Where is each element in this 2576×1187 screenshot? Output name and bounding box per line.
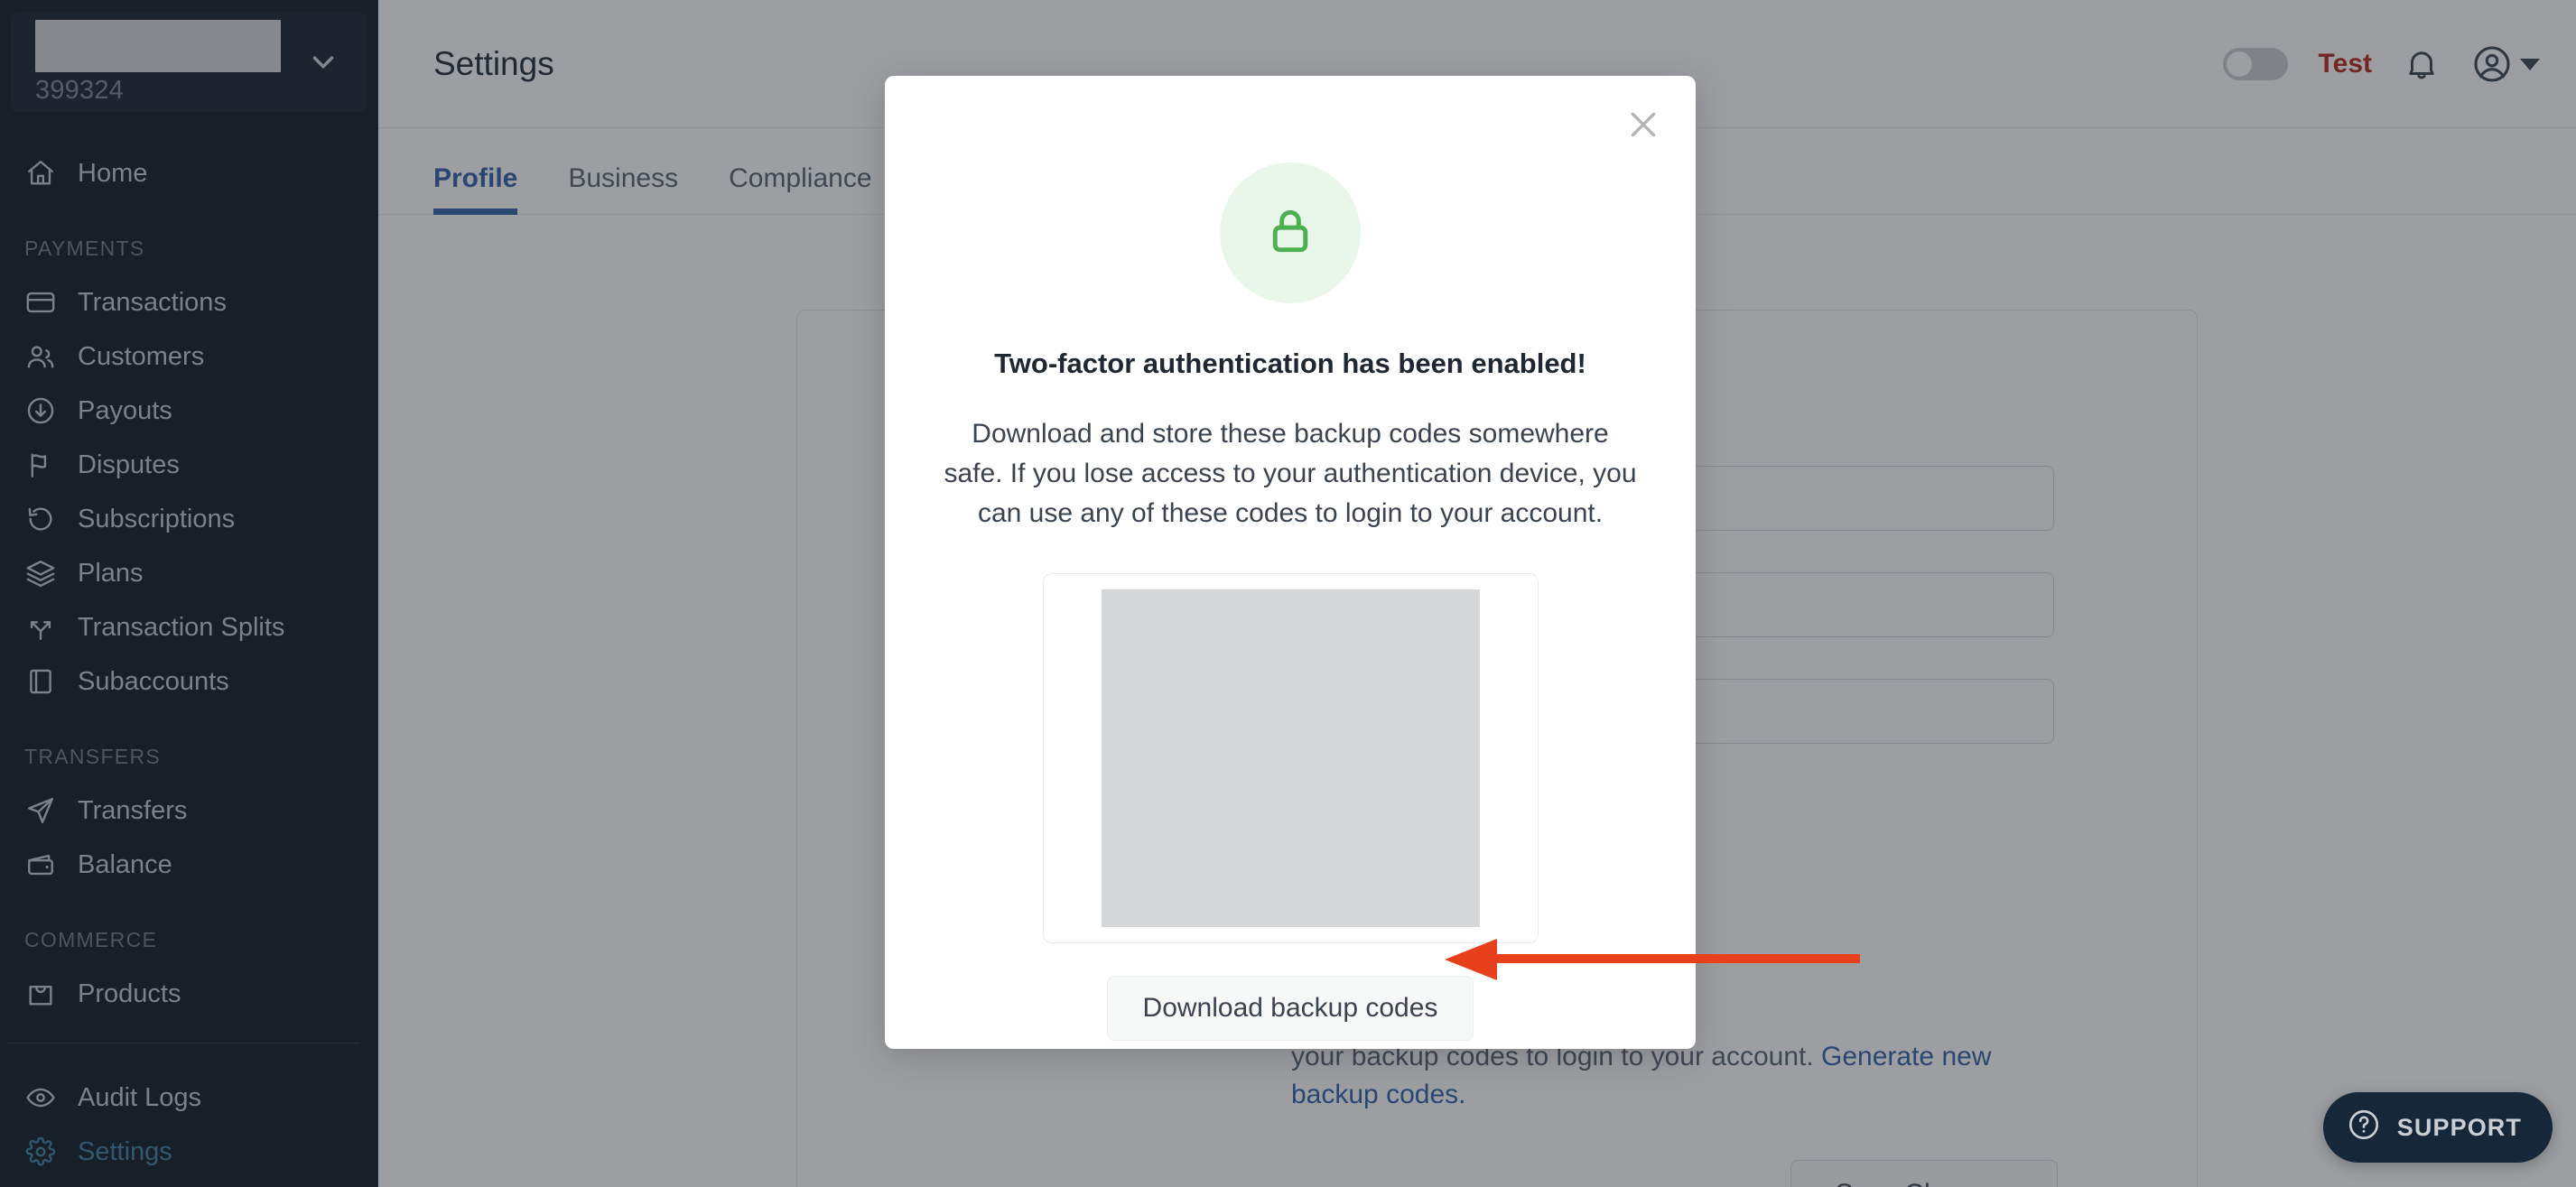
two-factor-success-modal: Two-factor authentication has been enabl… — [885, 76, 1696, 1049]
lock-badge — [1220, 162, 1361, 303]
app-root: 399324 Home PAYMENTS Transactions Custom… — [0, 0, 2576, 1187]
support-label: SUPPORT — [2396, 1113, 2522, 1141]
support-button[interactable]: SUPPORT — [2322, 1092, 2553, 1163]
modal-title: Two-factor authentication has been enabl… — [994, 348, 1586, 379]
backup-codes-box — [1042, 573, 1539, 943]
backup-codes-redacted — [1101, 589, 1480, 927]
modal-description: Download and store these backup codes so… — [944, 419, 1637, 528]
download-backup-codes-button[interactable]: Download backup codes — [1107, 976, 1474, 1041]
question-circle-icon — [2347, 1108, 2381, 1148]
close-icon[interactable] — [1618, 99, 1669, 150]
lock-icon — [1262, 203, 1318, 264]
